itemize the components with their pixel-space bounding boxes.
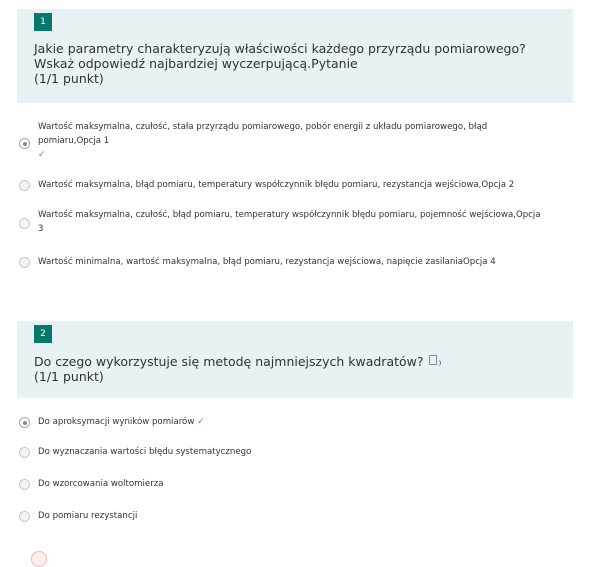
question-number-badge: 2 (34, 325, 52, 343)
option-label: Wartość maksymalna, czułość, stała przyr… (38, 122, 488, 146)
question-prompt: Do czego wykorzystuje się metodę najmnie… (34, 354, 424, 369)
answer-option[interactable]: Wartość maksymalna, czułość, stała przyr… (19, 121, 559, 161)
option-label: Do wyznaczania wartości błędu systematyc… (38, 447, 252, 457)
radio-button[interactable] (19, 479, 30, 490)
radio-button[interactable] (19, 447, 30, 458)
checkmark-icon: ✓ (38, 150, 46, 160)
option-label: Wartość maksymalna, błąd pomiaru, temper… (38, 180, 515, 190)
option-label: Do aproksymacji wyników pomiarów ✓ (38, 417, 548, 428)
answer-option[interactable]: Do aproksymacji wyników pomiarów ✓ (19, 417, 559, 429)
radio-button[interactable] (19, 180, 30, 191)
answer-option[interactable]: Wartość maksymalna, czułość, błąd pomiar… (19, 209, 559, 237)
option-label: Do pomiaru rezystancji (38, 511, 138, 521)
answer-option[interactable]: Wartość maksymalna, błąd pomiaru, temper… (19, 180, 559, 192)
immersive-reader-icon[interactable] (428, 355, 441, 367)
option-label: Wartość maksymalna, czułość, błąd pomiar… (38, 210, 541, 234)
radio-button[interactable] (19, 218, 30, 229)
option-label: Do wzorcowania woltomierza (38, 479, 164, 489)
question-number-badge: 1 (34, 13, 52, 31)
radio-button[interactable] (19, 257, 30, 268)
status-indicator (31, 551, 47, 567)
question-1-header: 1 Jakie parametry charakteryzują właściw… (17, 9, 573, 103)
answer-option[interactable]: Wartość minimalna, wartość maksymalna, b… (19, 257, 559, 269)
answer-option[interactable]: Do wzorcowania woltomierza (19, 479, 559, 491)
question-points: (1/1 punkt) (34, 71, 104, 86)
radio-button[interactable] (19, 511, 30, 522)
question-points: (1/1 punkt) (34, 369, 104, 384)
radio-button-selected[interactable] (19, 417, 30, 428)
checkmark-icon: ✓ (197, 417, 205, 427)
question-text: Jakie parametry charakteryzują właściwoś… (34, 41, 553, 86)
option-label-text: Do aproksymacji wyników pomiarów (38, 417, 195, 427)
question-text: Do czego wykorzystuje się metodę najmnie… (34, 354, 553, 384)
question-prompt: Jakie parametry charakteryzują właściwoś… (34, 41, 526, 71)
question-2-header: 2 Do czego wykorzystuje się metodę najmn… (17, 321, 573, 398)
option-label: Wartość minimalna, wartość maksymalna, b… (38, 257, 496, 267)
radio-button-selected[interactable] (19, 138, 30, 149)
answer-option[interactable]: Do pomiaru rezystancji (19, 511, 559, 523)
answer-option[interactable]: Do wyznaczania wartości błędu systematyc… (19, 447, 559, 459)
